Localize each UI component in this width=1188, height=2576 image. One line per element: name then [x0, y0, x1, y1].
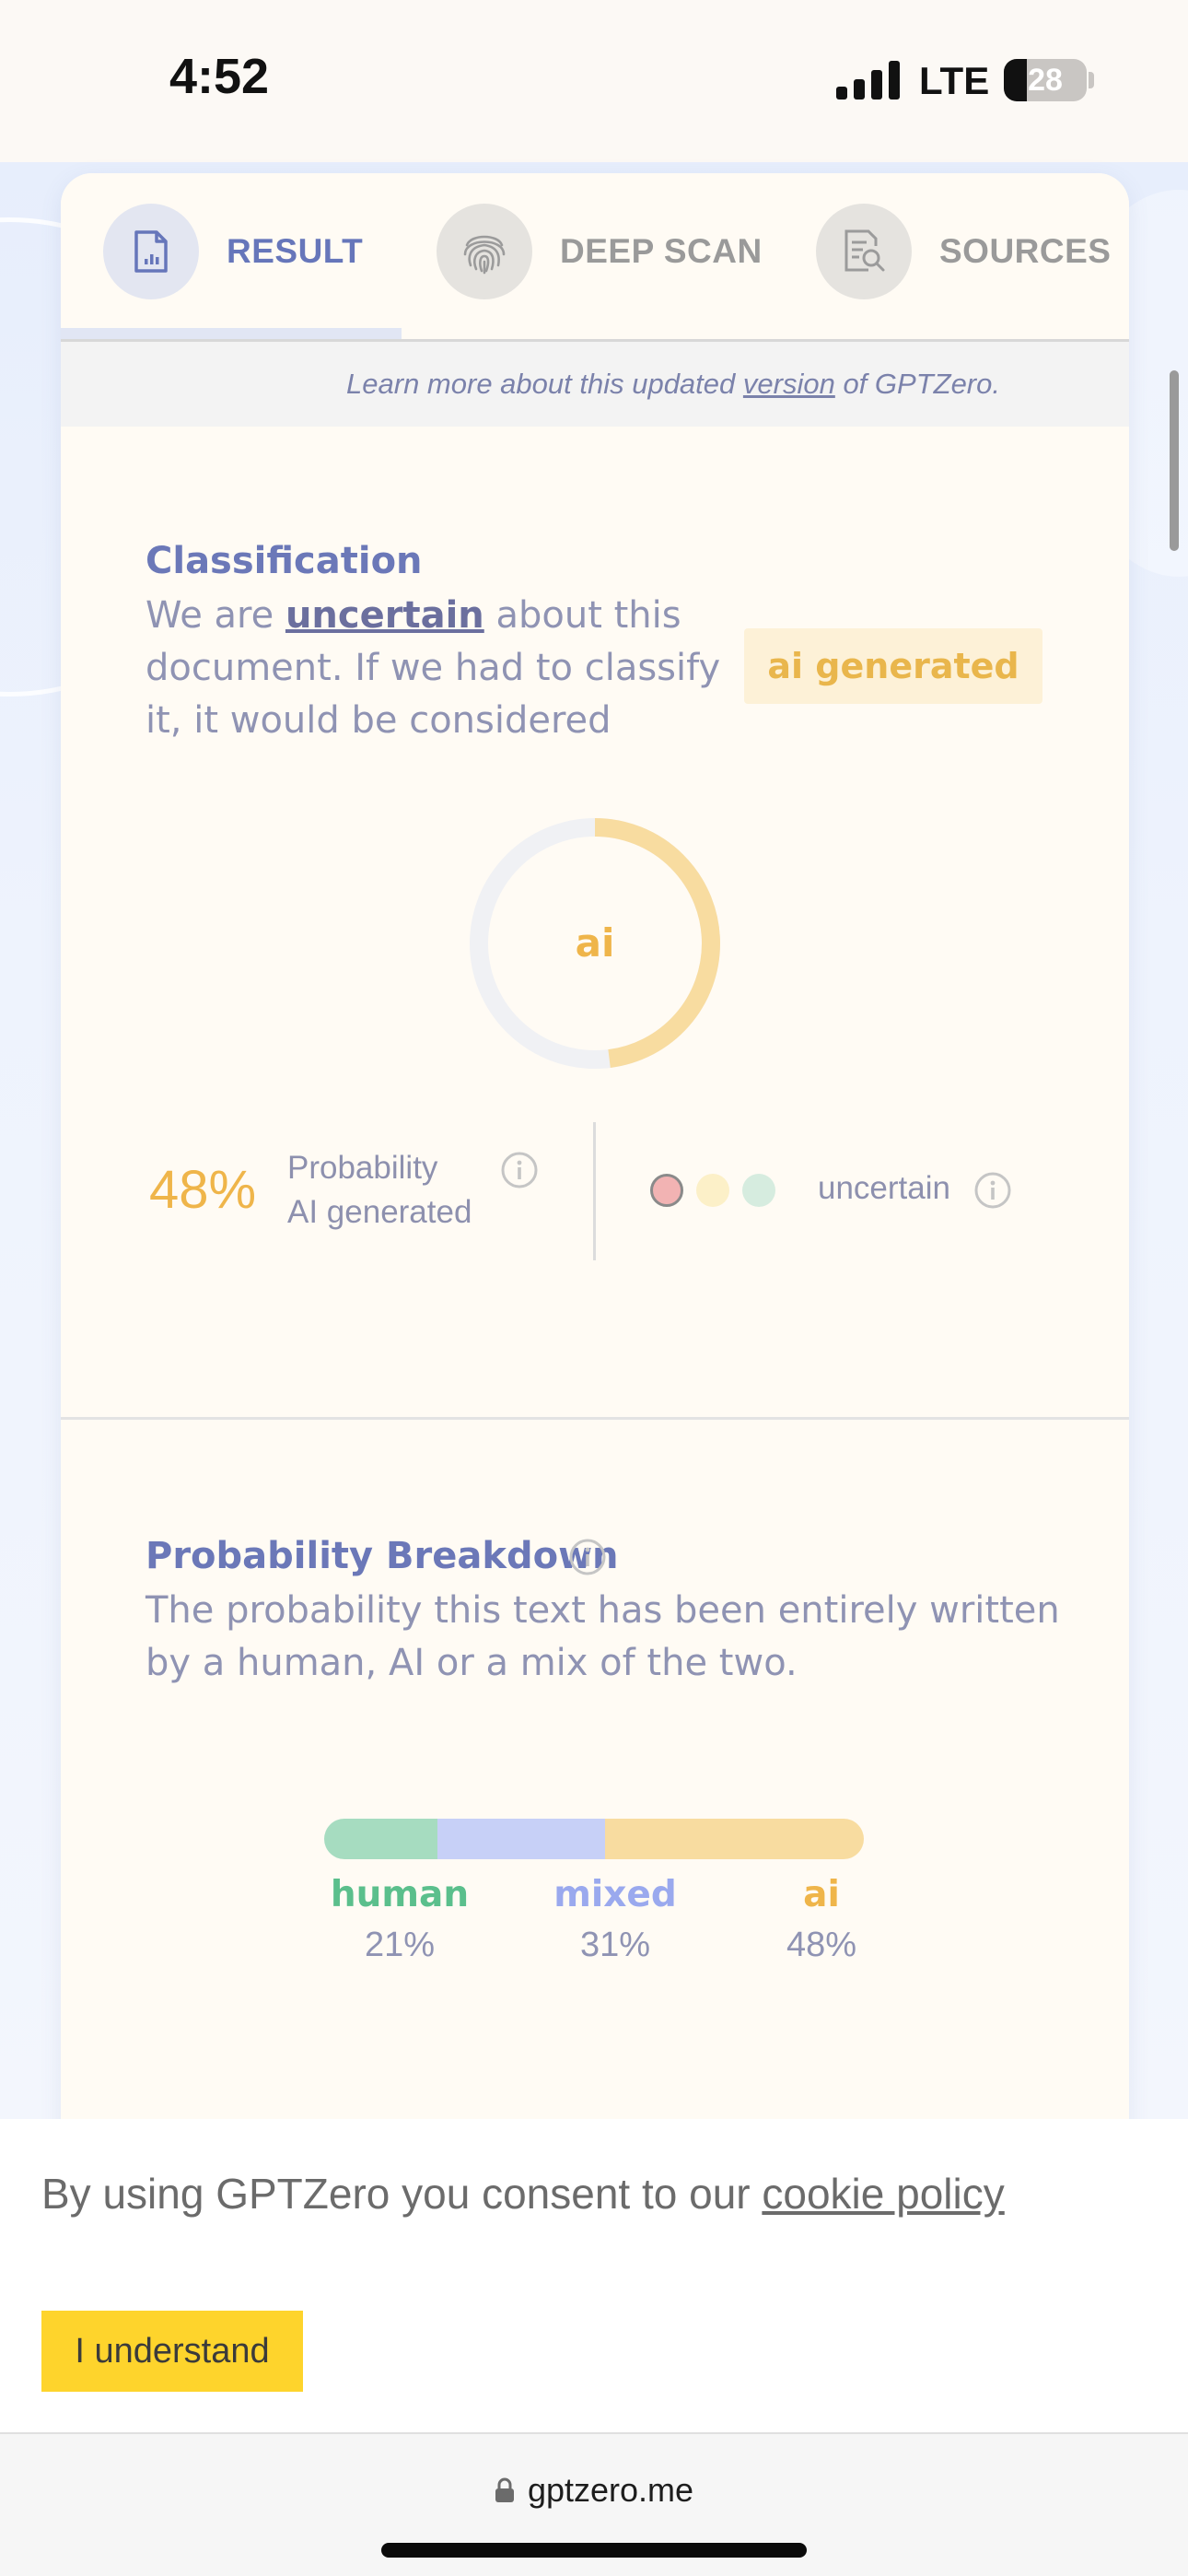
tab-result-label: RESULT	[227, 232, 364, 270]
results-tabs: RESULT DEEP SCAN SOURCES	[61, 173, 1129, 342]
cookie-policy-link[interactable]: cookie policy	[762, 2170, 1004, 2218]
network-type: LTE	[919, 59, 990, 102]
notice-text-before: Learn more about this updated	[346, 368, 743, 400]
probability-bar	[324, 1819, 864, 1859]
tab-deep-scan-label: DEEP SCAN	[560, 232, 763, 270]
tab-sources-label: SOURCES	[939, 232, 1112, 270]
confidence-label: uncertain	[818, 1170, 950, 1206]
results-card: RESULT DEEP SCAN SOURCES Learn more abou…	[61, 173, 1129, 2145]
probability-label-line1: Probability	[287, 1150, 438, 1186]
tab-result[interactable]: RESULT	[103, 201, 363, 302]
uncertain-link[interactable]: uncertain	[285, 594, 484, 637]
document-search-icon	[816, 204, 912, 299]
cellular-signal-icon	[836, 61, 900, 100]
cookie-text-body: By using GPTZero you consent to our	[41, 2170, 763, 2218]
human-label: human	[330, 1874, 470, 1915]
browser-bottom-bar: gptzero.me	[0, 2432, 1188, 2576]
classification-badge: ai generated	[744, 628, 1042, 704]
info-icon[interactable]	[499, 1150, 540, 1190]
version-notice-text: Learn more about this updated version of…	[346, 368, 1000, 401]
classification-text-before: We are	[146, 594, 285, 637]
section-divider	[61, 1417, 1129, 1420]
cookie-banner: By using GPTZero you consent to our cook…	[0, 2119, 1188, 2432]
i-understand-button[interactable]: I understand	[41, 2311, 303, 2392]
info-icon[interactable]	[973, 1170, 1013, 1211]
tab-deep-scan[interactable]: DEEP SCAN	[437, 201, 763, 302]
version-link[interactable]: version	[743, 368, 835, 400]
breakdown-title: Probability Breakdown	[146, 1535, 619, 1577]
ai-value: 48%	[786, 1926, 857, 1964]
confidence-dot-low	[650, 1174, 683, 1207]
status-bar: 4:52 LTE 28	[0, 0, 1188, 162]
tab-sources[interactable]: SOURCES	[816, 201, 1111, 302]
bar-segment-human	[324, 1819, 438, 1859]
human-value: 21%	[364, 1926, 436, 1964]
ai-probability-label: Probability AI generated	[287, 1146, 508, 1235]
info-icon[interactable]	[567, 1537, 608, 1577]
scrollbar-thumb[interactable]	[1170, 370, 1179, 551]
confidence-dot-medium	[696, 1174, 729, 1207]
mixed-value: 31%	[579, 1926, 651, 1964]
probability-label-line2: AI generated	[287, 1194, 472, 1230]
mixed-label: mixed	[553, 1874, 677, 1915]
address-bar[interactable]: gptzero.me	[0, 2467, 1188, 2513]
ai-probability-value: 48%	[149, 1160, 257, 1220]
url-text: gptzero.me	[527, 2471, 694, 2509]
document-chart-icon	[103, 204, 199, 299]
ai-probability-donut: ai	[470, 818, 720, 1069]
classification-title: Classification	[146, 540, 423, 582]
version-notice: Learn more about this updated version of…	[61, 342, 1129, 427]
confidence-dot-high	[742, 1174, 775, 1207]
bar-segment-ai	[604, 1819, 864, 1859]
notice-text-after: of GPTZero.	[834, 368, 1000, 400]
lock-icon	[495, 2477, 514, 2502]
vertical-divider	[593, 1122, 596, 1260]
breakdown-description: The probability this text has been entir…	[146, 1589, 1060, 1684]
ai-label: ai	[803, 1874, 840, 1915]
status-time: 4:52	[169, 49, 270, 104]
fingerprint-icon	[437, 204, 532, 299]
battery-tip	[1089, 72, 1094, 88]
classification-text: We are uncertain about this document. If…	[146, 590, 753, 747]
battery-icon: 28	[1004, 59, 1087, 101]
battery-percent: 28	[1028, 63, 1063, 98]
bar-segment-mixed	[437, 1819, 605, 1859]
cookie-text: By using GPTZero you consent to our cook…	[41, 2169, 1005, 2219]
donut-center-label: ai	[576, 920, 615, 966]
home-indicator	[381, 2543, 807, 2558]
